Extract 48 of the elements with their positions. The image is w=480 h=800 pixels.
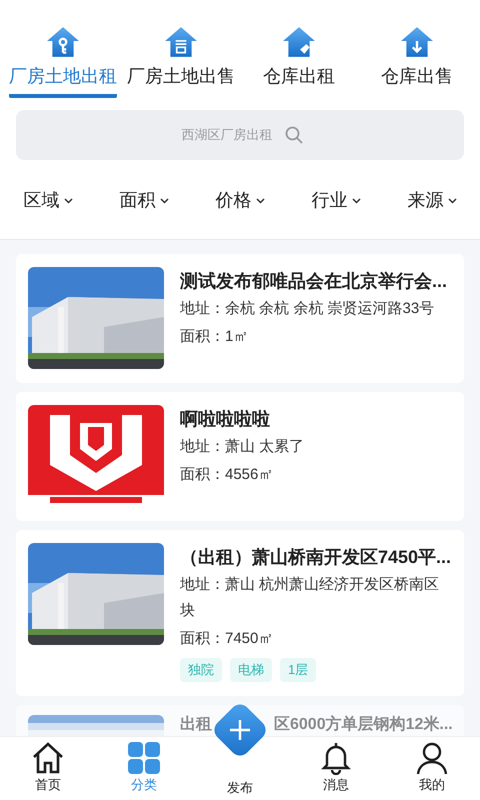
category-tab[interactable]: 厂房土地出租 (9, 64, 117, 98)
house-icon (400, 26, 434, 58)
user-icon (415, 741, 449, 775)
listing-address: 地址：萧山 杭州萧山经济开发区桥南区块 (180, 575, 440, 621)
listing-address: 地址：萧山 太累了 (180, 437, 304, 457)
feature-tag: 电梯 (230, 658, 272, 682)
listing-card[interactable]: 啊啦啦啦啦 地址：萧山 太累了 面积：4556㎡ (16, 392, 464, 521)
bell-icon (319, 741, 353, 775)
plus-icon (229, 719, 251, 741)
nav-tab[interactable]: 分类 (96, 737, 192, 800)
category-tab[interactable]: 仓库出售 (381, 64, 453, 98)
category-tab[interactable]: 仓库出租 (263, 64, 335, 98)
listing-area: 面积：4556㎡ (180, 462, 304, 488)
chevron-down-icon (352, 198, 360, 204)
listing-title: （出租）萧山桥南开发区7450平... (180, 546, 452, 569)
feature-tag: 独院 (180, 658, 222, 682)
listing-card[interactable]: （出租）萧山桥南开发区7450平... 地址：萧山 杭州萧山经济开发区桥南区块 面积：7450㎡ 独院 电梯 1层 (16, 530, 464, 696)
chevron-down-icon (448, 198, 456, 204)
grid-icon (127, 741, 161, 775)
home-icon (31, 741, 65, 775)
listing-area: 面积：1㎡ (180, 324, 448, 350)
house-icon (46, 26, 80, 58)
filter-dropdown[interactable]: 来源 (384, 187, 480, 214)
listing-title: 区6000方单层钢构12米... (274, 714, 453, 734)
filter-dropdown[interactable]: 面积 (96, 187, 192, 214)
feature-tag: 1层 (280, 658, 316, 682)
search-icon (285, 126, 303, 144)
filter-dropdown[interactable]: 区域 (0, 187, 96, 214)
filter-dropdown[interactable]: 价格 (192, 187, 288, 214)
search-input[interactable]: 西湖区厂房出租 (177, 125, 277, 145)
filter-dropdown[interactable]: 行业 (288, 187, 384, 214)
chevron-down-icon (64, 198, 72, 204)
nav-label[interactable]: 发布 (227, 778, 253, 797)
chevron-down-icon (256, 198, 264, 204)
nav-tab[interactable]: 我的 (384, 737, 480, 800)
nav-tab[interactable]: 消息 (288, 737, 384, 800)
search-field[interactable]: 西湖区厂房出租 (16, 110, 464, 160)
listing-address: 地址：余杭 余杭 余杭 崇贤运河路33号 (180, 299, 436, 319)
listing-area: 面积：7450㎡ (180, 626, 452, 652)
listing-title: 测试发布郁唯品会在北京举行会... (180, 270, 448, 293)
nav-tab[interactable]: 首页 (0, 737, 96, 800)
listing-title: 出租 (180, 714, 212, 734)
house-icon (282, 26, 316, 58)
house-icon (164, 26, 198, 58)
chevron-down-icon (160, 198, 168, 204)
listing-card[interactable]: 测试发布郁唯品会在北京举行会... 地址：余杭 余杭 余杭 崇贤运河路33号 面积：1㎡ (16, 254, 464, 383)
category-tab[interactable]: 厂房土地出售 (127, 64, 235, 98)
listing-title: 啊啦啦啦啦 (180, 408, 271, 431)
